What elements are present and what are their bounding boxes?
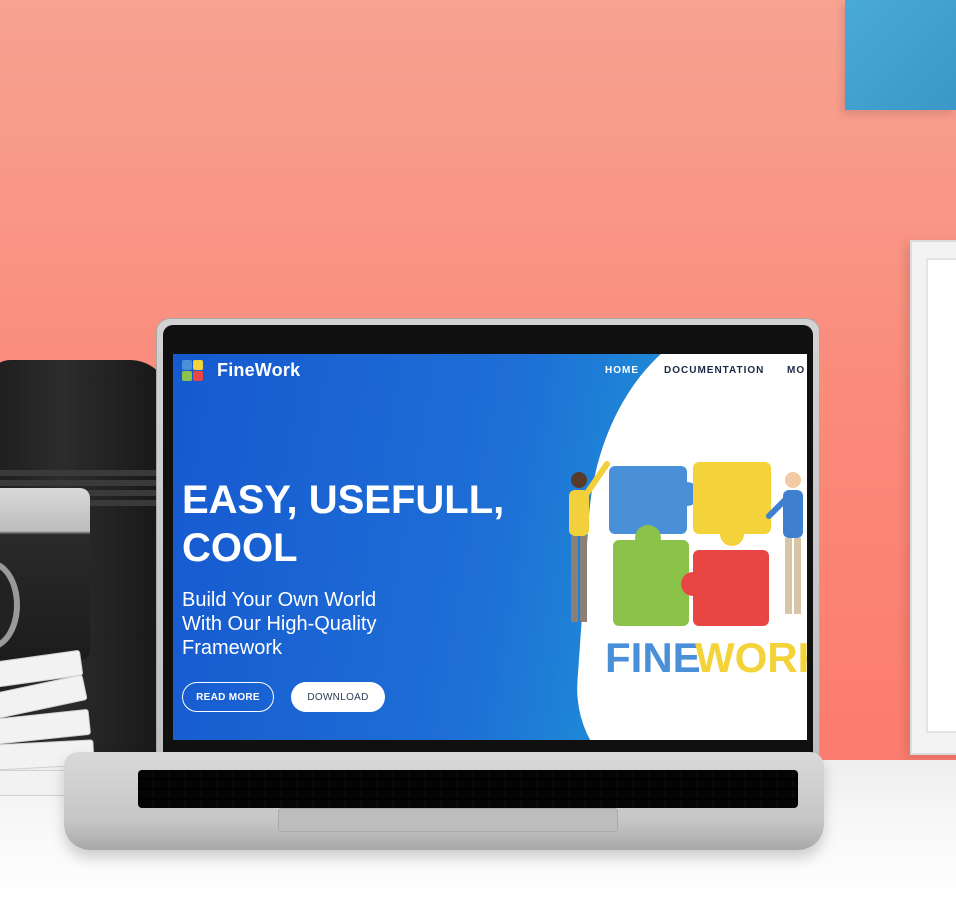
puzzle-tab <box>635 525 661 551</box>
read-more-button[interactable]: READ MORE <box>182 682 274 712</box>
logo-icon[interactable] <box>182 360 206 382</box>
lens-rib <box>0 470 160 476</box>
person-right-head <box>785 472 801 488</box>
logo-piece <box>193 371 203 381</box>
puzzle-piece-blue <box>609 466 687 534</box>
person-left-head <box>571 472 587 488</box>
wall-art-blue <box>845 0 956 110</box>
lens-rib <box>0 480 160 486</box>
nav-more[interactable]: MO <box>787 365 805 376</box>
logo-piece <box>182 371 192 381</box>
navbar: FineWork HOME DOCUMENTATION MO <box>173 354 807 388</box>
person-right-arm <box>766 497 788 519</box>
nav-home[interactable]: HOME <box>605 365 639 376</box>
puzzle-piece-green <box>613 540 689 626</box>
hero-subtitle-line: Build Your Own World <box>182 589 377 611</box>
person-left-leg <box>571 536 578 622</box>
person-left-arm <box>582 461 610 499</box>
picture-frame <box>910 240 956 755</box>
wordmark-work: WORK <box>695 634 807 681</box>
hero-subtitle-line: With Our High-Quality <box>182 613 377 635</box>
hero-subtitle: Build Your Own World With Our High-Quali… <box>182 588 442 660</box>
picture-frame-inner <box>926 258 956 733</box>
hero-title: EASY, USEFULL, COOL <box>182 476 522 572</box>
puzzle-tab <box>681 572 705 596</box>
brand-name[interactable]: FineWork <box>217 360 300 381</box>
keyboard[interactable] <box>138 770 798 808</box>
hero-title-line: COOL <box>182 526 298 570</box>
nav-documentation[interactable]: DOCUMENTATION <box>664 365 764 376</box>
download-button[interactable]: DOWNLOAD <box>291 682 385 712</box>
touchpad[interactable] <box>278 808 618 832</box>
puzzle-illustration: FINE WORK <box>569 461 807 681</box>
puzzle-tab <box>720 522 744 546</box>
logo-piece <box>193 360 203 370</box>
laptop-screen: FineWork HOME DOCUMENTATION MO EASY, USE… <box>173 354 807 740</box>
person-right-leg <box>794 538 801 614</box>
person-left-leg <box>580 536 587 622</box>
logo-piece <box>182 360 192 370</box>
camera-body <box>0 488 90 660</box>
person-right-leg <box>785 538 792 614</box>
hero-subtitle-line: Framework <box>182 637 283 659</box>
wordmark-fine: FINE <box>605 634 701 681</box>
hero-title-line: EASY, USEFULL, <box>182 478 505 522</box>
puzzle-piece-red <box>693 550 769 626</box>
